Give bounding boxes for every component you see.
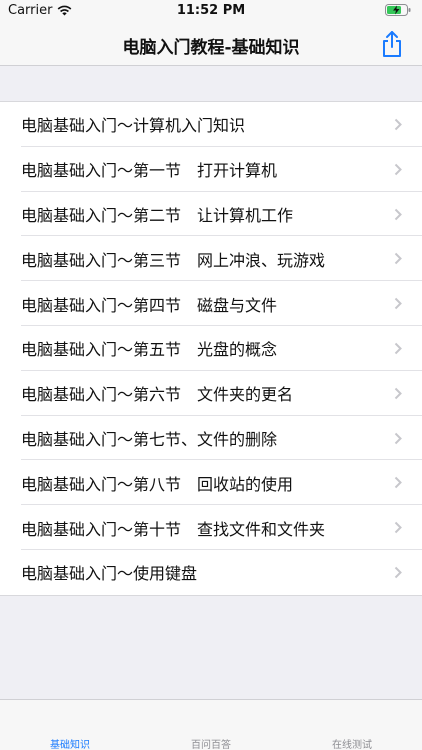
- page-title: 电脑入门教程-基础知识: [122, 38, 300, 58]
- list-item-label: 电脑基础入门～第五节 光盘的概念: [21, 340, 278, 360]
- status-bar: Carrier 11:52 PM: [0, 0, 422, 22]
- chevron-right-icon: [394, 297, 402, 310]
- list-item-label: 电脑基础入门～第八节 回收站的使用: [21, 474, 294, 494]
- list-item-label: 电脑基础入门～第三节 网上冲浪、玩游戏: [21, 250, 326, 270]
- list-item[interactable]: 电脑基础入门～使用键盘: [0, 550, 422, 595]
- tab-bar: 基础知识 百问百答 在线测试: [0, 699, 422, 750]
- list-item-label: 电脑基础入门～计算机入门知识: [21, 116, 246, 136]
- list-item[interactable]: 电脑基础入门～计算机入门知识: [0, 102, 422, 147]
- list-item-label: 电脑基础入门～使用键盘: [21, 564, 198, 584]
- list-item-label: 电脑基础入门～第二节 让计算机工作: [21, 205, 294, 225]
- tab-online-test[interactable]: 在线测试: [282, 736, 422, 750]
- navigation-bar: 电脑入门教程-基础知识: [0, 22, 422, 66]
- lesson-list: 电脑基础入门～计算机入门知识 电脑基础入门～第一节 打开计算机 电脑基础入门～第…: [0, 101, 422, 596]
- battery-charging-icon: [385, 4, 411, 16]
- chevron-right-icon: [394, 163, 402, 176]
- list-item[interactable]: 电脑基础入门～第八节 回收站的使用: [0, 460, 422, 506]
- list-item[interactable]: 电脑基础入门～第五节 光盘的概念: [0, 326, 422, 371]
- list-item[interactable]: 电脑基础入门～第三节 网上冲浪、玩游戏: [0, 236, 422, 282]
- list-item[interactable]: 电脑基础入门～第六节 文件夹的更名: [0, 371, 422, 416]
- tab-basic-knowledge[interactable]: 基础知识: [0, 736, 140, 750]
- chevron-right-icon: [394, 253, 402, 265]
- list-item-label: 电脑基础入门～第六节 文件夹的更名: [21, 385, 294, 405]
- list-item[interactable]: 电脑基础入门～第二节 让计算机工作: [0, 192, 422, 237]
- chevron-right-icon: [394, 342, 402, 355]
- chevron-right-icon: [394, 521, 402, 534]
- chevron-right-icon: [394, 387, 402, 399]
- share-icon[interactable]: [380, 30, 404, 58]
- list-item[interactable]: 电脑基础入门～第十节 查找文件和文件夹: [0, 505, 422, 550]
- chevron-right-icon: [394, 566, 402, 579]
- status-time: 11:52 PM: [176, 3, 246, 18]
- chevron-right-icon: [394, 477, 402, 489]
- chevron-right-icon: [394, 208, 402, 220]
- list-item-label: 电脑基础入门～第一节 打开计算机: [21, 161, 278, 181]
- tab-qa[interactable]: 百问百答: [141, 736, 281, 750]
- chevron-right-icon: [394, 432, 402, 444]
- list-item[interactable]: 电脑基础入门～第一节 打开计算机: [0, 147, 422, 192]
- battery-group: [385, 4, 412, 16]
- list-item[interactable]: 电脑基础入门～第四节 磁盘与文件: [0, 281, 422, 326]
- chevron-right-icon: [394, 118, 402, 131]
- list-item-label: 电脑基础入门～第十节 查找文件和文件夹: [21, 519, 326, 539]
- list-item[interactable]: 电脑基础入门～第七节、文件的删除: [0, 416, 422, 461]
- list-item-label: 电脑基础入门～第四节 磁盘与文件: [21, 295, 278, 315]
- list-item-label: 电脑基础入门～第七节、文件的删除: [21, 429, 278, 449]
